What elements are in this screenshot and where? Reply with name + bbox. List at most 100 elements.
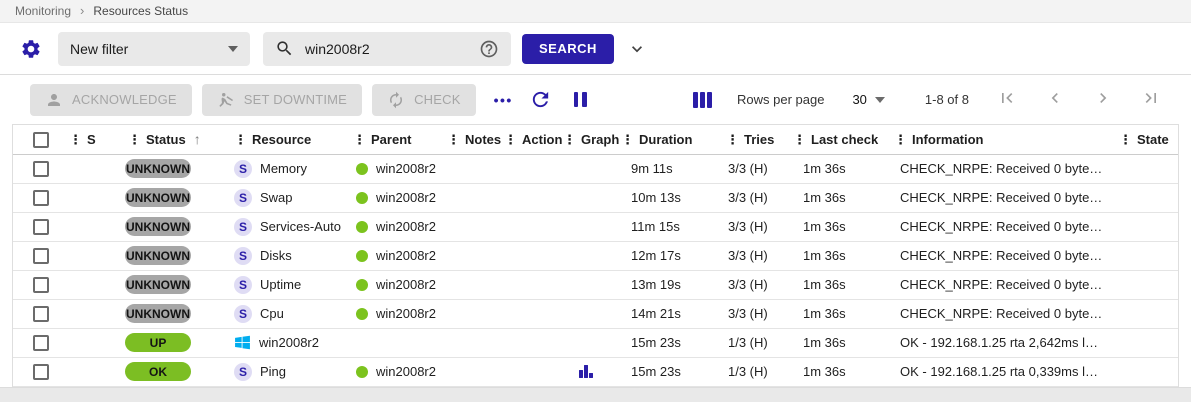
duration-cell: 15m 23s: [615, 328, 720, 357]
col-header-action[interactable]: Action: [522, 132, 562, 147]
col-header-resource[interactable]: Resource: [252, 132, 311, 147]
drag-handle-icon[interactable]: ⋮: [504, 133, 517, 146]
status-badge: UNKNOWN: [125, 159, 191, 178]
sort-asc-icon[interactable]: ↑: [194, 131, 201, 147]
filter-settings-gear-icon[interactable]: [20, 38, 42, 60]
table-row[interactable]: UNKNOWN SSwap win2008r2 10m 13s 3/3 (H) …: [13, 183, 1178, 212]
person-icon: [45, 91, 63, 109]
next-page-icon[interactable]: [1093, 88, 1113, 111]
filter-select-value: New filter: [70, 41, 128, 57]
col-header-status[interactable]: Status: [146, 132, 186, 147]
more-actions-icon[interactable]: •••: [494, 92, 513, 108]
check-label: CHECK: [414, 92, 461, 107]
check-button[interactable]: CHECK: [372, 84, 476, 116]
autorenew-icon: [387, 91, 405, 109]
search-field[interactable]: [263, 32, 511, 66]
last-check-cell: 1m 36s: [787, 299, 888, 328]
search-help-icon[interactable]: [479, 39, 499, 59]
search-icon: [275, 39, 294, 58]
drag-handle-icon[interactable]: ⋮: [69, 133, 82, 146]
edit-columns-icon[interactable]: [693, 92, 712, 108]
drag-handle-icon[interactable]: ⋮: [793, 133, 806, 146]
status-badge: UNKNOWN: [125, 304, 191, 323]
parent-name[interactable]: win2008r2: [376, 161, 436, 176]
breadcrumb-separator-icon: ›: [80, 3, 84, 18]
drag-handle-icon[interactable]: ⋮: [563, 133, 576, 146]
windows-logo-icon: [234, 334, 251, 351]
parent-name[interactable]: win2008r2: [376, 190, 436, 205]
acknowledge-button[interactable]: ACKNOWLEDGE: [30, 84, 192, 116]
col-header-s[interactable]: S: [87, 132, 96, 147]
table-row[interactable]: UNKNOWN SMemory win2008r2 9m 11s 3/3 (H)…: [13, 154, 1178, 183]
table-row[interactable]: OK SPing win2008r2 15m 23s 1/3 (H) 1m 36…: [13, 357, 1178, 386]
breadcrumb-monitoring[interactable]: Monitoring: [15, 4, 71, 18]
previous-page-icon[interactable]: [1045, 88, 1065, 111]
breadcrumb-resources-status[interactable]: Resources Status: [93, 4, 188, 18]
row-checkbox[interactable]: [33, 306, 49, 322]
drag-handle-icon[interactable]: ⋮: [621, 133, 634, 146]
resource-name[interactable]: Ping: [260, 364, 286, 379]
first-page-icon[interactable]: [997, 88, 1017, 111]
resource-name[interactable]: Uptime: [260, 277, 301, 292]
col-header-graph[interactable]: Graph: [581, 132, 619, 147]
table-row[interactable]: UNKNOWN SUptime win2008r2 13m 19s 3/3 (H…: [13, 270, 1178, 299]
parent-name[interactable]: win2008r2: [376, 277, 436, 292]
col-header-information[interactable]: Information: [912, 132, 984, 147]
drag-handle-icon[interactable]: ⋮: [726, 133, 739, 146]
col-header-tries[interactable]: Tries: [744, 132, 774, 147]
resource-name[interactable]: Services-Auto: [260, 219, 341, 234]
filter-expand-chevron-icon[interactable]: [627, 39, 647, 59]
status-badge: UNKNOWN: [125, 275, 191, 294]
graph-icon[interactable]: [579, 365, 615, 378]
parent-name[interactable]: win2008r2: [376, 306, 436, 321]
col-header-duration[interactable]: Duration: [639, 132, 692, 147]
status-badge: UNKNOWN: [125, 217, 191, 236]
select-all-checkbox[interactable]: [33, 132, 49, 148]
drag-handle-icon[interactable]: ⋮: [1119, 133, 1132, 146]
resource-name[interactable]: Disks: [260, 248, 292, 263]
search-button[interactable]: SEARCH: [522, 34, 614, 64]
table-row[interactable]: UP win2008r2 15m 23s 1/3 (H) 1m 36s OK -…: [13, 328, 1178, 357]
resource-name[interactable]: Swap: [260, 190, 293, 205]
drag-handle-icon[interactable]: ⋮: [894, 133, 907, 146]
row-checkbox[interactable]: [33, 248, 49, 264]
last-page-icon[interactable]: [1141, 88, 1161, 111]
rows-per-page-select[interactable]: 30: [852, 92, 884, 107]
drag-handle-icon[interactable]: ⋮: [353, 133, 366, 146]
parent-name[interactable]: win2008r2: [376, 364, 436, 379]
col-header-notes[interactable]: Notes: [465, 132, 501, 147]
resource-name[interactable]: Cpu: [260, 306, 284, 321]
col-header-parent[interactable]: Parent: [371, 132, 411, 147]
chevron-down-icon: [228, 46, 238, 52]
col-header-last-check[interactable]: Last check: [811, 132, 878, 147]
row-checkbox[interactable]: [33, 364, 49, 380]
resource-name[interactable]: Memory: [260, 161, 307, 176]
drag-handle-icon[interactable]: ⋮: [447, 133, 460, 146]
row-checkbox[interactable]: [33, 335, 49, 351]
parent-name[interactable]: win2008r2: [376, 219, 436, 234]
drag-handle-icon[interactable]: ⋮: [128, 133, 141, 146]
last-check-cell: 1m 36s: [787, 183, 888, 212]
search-input[interactable]: [305, 41, 445, 57]
pause-icon[interactable]: [574, 92, 587, 107]
filter-select[interactable]: New filter: [58, 32, 250, 66]
parent-name[interactable]: win2008r2: [376, 248, 436, 263]
drag-handle-icon[interactable]: ⋮: [234, 133, 247, 146]
refresh-icon[interactable]: [529, 88, 552, 111]
table-row[interactable]: UNKNOWN SDisks win2008r2 12m 17s 3/3 (H)…: [13, 241, 1178, 270]
set-downtime-button[interactable]: SET DOWNTIME: [202, 84, 362, 116]
row-checkbox[interactable]: [33, 190, 49, 206]
graph-cell: [557, 154, 615, 183]
table-row[interactable]: UNKNOWN SCpu win2008r2 14m 21s 3/3 (H) 1…: [13, 299, 1178, 328]
resource-name[interactable]: win2008r2: [259, 335, 319, 350]
row-checkbox[interactable]: [33, 277, 49, 293]
row-checkbox[interactable]: [33, 161, 49, 177]
table-row[interactable]: UNKNOWN SServices-Auto win2008r2 11m 15s…: [13, 212, 1178, 241]
information-cell: CHECK_NRPE: Received 0 byte…: [888, 270, 1113, 299]
set-downtime-label: SET DOWNTIME: [244, 92, 347, 107]
col-header-state[interactable]: State: [1137, 132, 1169, 147]
service-type-icon: S: [234, 276, 252, 294]
duration-cell: 12m 17s: [615, 241, 720, 270]
row-checkbox[interactable]: [33, 219, 49, 235]
notes-cell: [441, 154, 498, 183]
